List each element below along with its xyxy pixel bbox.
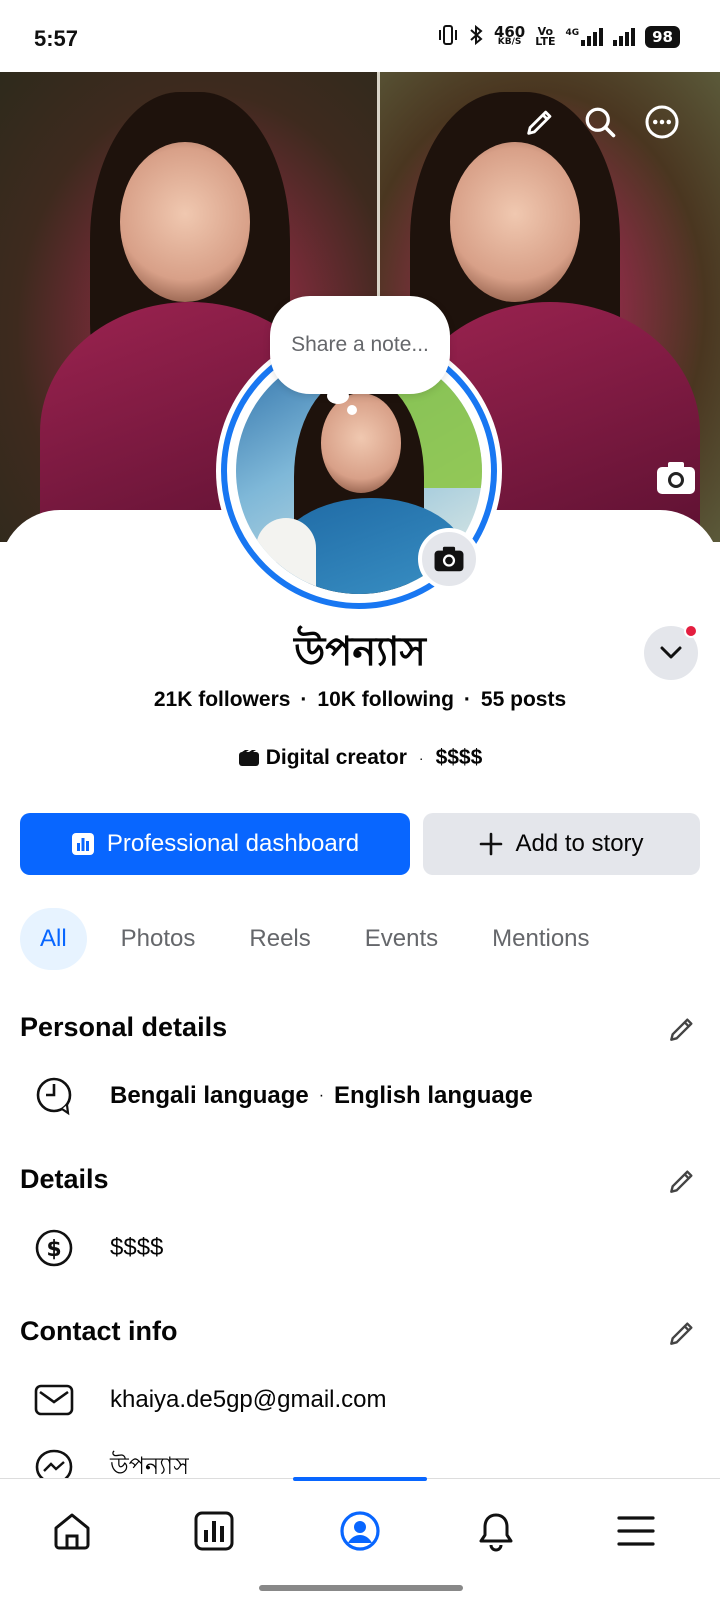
dollar-icon: $ bbox=[34, 1228, 74, 1268]
pencil-icon bbox=[670, 1170, 693, 1193]
search-button[interactable] bbox=[578, 100, 622, 144]
chevron-down-icon bbox=[660, 646, 682, 659]
hamburger-menu-icon bbox=[617, 1516, 655, 1546]
nav-menu[interactable] bbox=[612, 1507, 660, 1555]
add-to-story-label: Add to story bbox=[515, 830, 644, 857]
details-title: Details bbox=[20, 1164, 109, 1194]
professional-dashboard-label: Professional dashboard bbox=[106, 830, 360, 857]
share-note-bubble[interactable]: Share a note... bbox=[270, 296, 450, 394]
tab-reels[interactable]: Reels bbox=[229, 908, 330, 970]
dashboard-icon bbox=[194, 1511, 234, 1551]
language-bengali: Bengali language bbox=[110, 1082, 309, 1109]
bluetooth-icon bbox=[468, 24, 484, 49]
price-range-row: $ $$$$ bbox=[34, 1228, 163, 1268]
pencil-icon bbox=[527, 110, 552, 135]
edit-profile-button[interactable] bbox=[518, 100, 562, 144]
nav-notifications[interactable] bbox=[472, 1507, 520, 1555]
vibrate-icon bbox=[438, 24, 458, 49]
network-type: 4G bbox=[565, 27, 580, 38]
home-icon bbox=[54, 1513, 90, 1550]
email-row[interactable]: khaiya.de5gp@gmail.com bbox=[34, 1380, 387, 1420]
profile-tabs: All Photos Reels Events Mentions bbox=[20, 908, 624, 970]
active-tab-indicator bbox=[293, 1477, 427, 1481]
battery-indicator: 98 bbox=[645, 25, 680, 48]
plus-icon bbox=[480, 832, 503, 856]
profile-stats: 21K followers · 10K following · 55 posts bbox=[0, 688, 720, 712]
posts-count[interactable]: 55 posts bbox=[481, 688, 566, 711]
nav-profile[interactable] bbox=[336, 1507, 384, 1555]
more-options-button[interactable] bbox=[640, 100, 684, 144]
profile-category: Digital creator · $$$$ bbox=[0, 746, 720, 770]
volte-indicator: Vo LTE bbox=[535, 26, 556, 48]
search-icon bbox=[585, 107, 616, 138]
add-to-story-button[interactable]: Add to story bbox=[423, 813, 700, 875]
bell-icon bbox=[479, 1513, 513, 1552]
pencil-icon bbox=[670, 1322, 693, 1345]
network-speed-value: 460 bbox=[493, 22, 526, 41]
professional-dashboard-button[interactable]: Professional dashboard bbox=[20, 813, 410, 875]
bottom-navigation bbox=[0, 1477, 720, 1600]
language-icon bbox=[34, 1076, 74, 1116]
signal-icon bbox=[613, 27, 636, 46]
languages-row: Bengali language · English language bbox=[34, 1076, 533, 1116]
language-english: English language bbox=[334, 1082, 533, 1109]
contact-info-title: Contact info bbox=[20, 1316, 178, 1346]
camera-icon bbox=[657, 462, 695, 494]
category-label: Digital creator bbox=[265, 746, 407, 769]
stats-separator: · bbox=[300, 688, 308, 711]
edit-personal-details-button[interactable] bbox=[666, 1013, 698, 1045]
profile-icon bbox=[340, 1511, 380, 1551]
personal-details-title: Personal details bbox=[20, 1012, 228, 1042]
price-range: $$$$ bbox=[435, 746, 483, 769]
followers-count[interactable]: 21K followers bbox=[154, 688, 291, 711]
category-separator: · bbox=[418, 750, 424, 766]
edit-contact-info-button[interactable] bbox=[666, 1317, 698, 1349]
note-bubble-tail-small bbox=[347, 405, 357, 415]
pencil-icon bbox=[670, 1018, 693, 1041]
signal-4g-icon: 4G bbox=[565, 27, 604, 46]
status-time: 5:57 bbox=[34, 26, 79, 51]
language-separator: · bbox=[318, 1087, 325, 1104]
volte-bottom: LTE bbox=[535, 34, 556, 48]
clapperboard-icon bbox=[238, 750, 259, 766]
tab-events[interactable]: Events bbox=[345, 908, 458, 970]
dashboard-icon bbox=[71, 833, 94, 855]
messenger-icon bbox=[34, 1448, 74, 1478]
messenger-row[interactable]: উপন্যাস bbox=[34, 1448, 189, 1478]
status-bar: 5:57 460 KB/S Vo LTE 4G 98 bbox=[0, 0, 720, 72]
gesture-bar bbox=[259, 1585, 463, 1591]
network-speed-unit: KB/S bbox=[497, 36, 522, 47]
stats-separator: · bbox=[463, 688, 471, 711]
profile-name: উপন্যাস bbox=[294, 629, 426, 675]
details-price-range: $$$$ bbox=[110, 1234, 164, 1261]
contact-messenger[interactable]: উপন্যাস bbox=[110, 1448, 189, 1478]
cover-camera-button[interactable] bbox=[655, 460, 697, 496]
envelope-icon bbox=[34, 1380, 74, 1420]
network-speed: 460 KB/S bbox=[493, 22, 526, 47]
notification-dot bbox=[684, 624, 698, 638]
tab-photos[interactable]: Photos bbox=[101, 908, 216, 970]
nav-home[interactable] bbox=[48, 1507, 96, 1555]
svg-text:$: $ bbox=[46, 1237, 61, 1262]
tab-all[interactable]: All bbox=[20, 908, 87, 970]
contact-email[interactable]: khaiya.de5gp@gmail.com bbox=[110, 1386, 387, 1414]
avatar-camera-button[interactable] bbox=[418, 528, 480, 590]
edit-details-button[interactable] bbox=[666, 1165, 698, 1197]
following-count[interactable]: 10K following bbox=[317, 688, 454, 711]
nav-dashboard[interactable] bbox=[190, 1507, 238, 1555]
more-dots-icon bbox=[645, 105, 679, 139]
note-bubble-tail bbox=[327, 388, 349, 404]
camera-icon bbox=[434, 546, 464, 572]
status-icons: 460 KB/S Vo LTE 4G 98 bbox=[438, 24, 680, 49]
tab-mentions[interactable]: Mentions bbox=[472, 908, 609, 970]
